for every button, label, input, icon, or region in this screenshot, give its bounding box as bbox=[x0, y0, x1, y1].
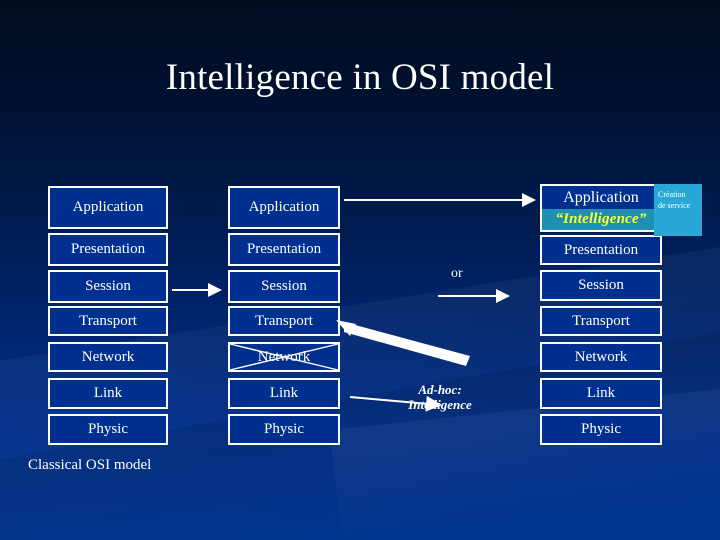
layer-label: Transport bbox=[572, 312, 630, 329]
layer-label: Transport bbox=[255, 312, 313, 329]
layer-label: Session bbox=[85, 278, 131, 294]
creation-de-service-callout[interactable]: Création de service bbox=[654, 184, 702, 236]
layer-box-classical-transport[interactable]: Transport bbox=[48, 306, 168, 336]
layer-label: Network bbox=[257, 348, 311, 365]
layer-box-intelligent-network[interactable]: Network bbox=[540, 342, 662, 372]
layer-box-crossed-session[interactable]: Session bbox=[228, 270, 340, 303]
layer-label: Presentation bbox=[563, 241, 639, 258]
layer-box-classical-session[interactable]: Session bbox=[48, 270, 168, 303]
layer-box-classical-application[interactable]: Application bbox=[48, 186, 168, 229]
ad-hoc-line2: Intelligence bbox=[408, 397, 472, 412]
creation-callout-line2: de service bbox=[658, 201, 691, 210]
ad-hoc-line1: Ad-hoc: bbox=[418, 382, 462, 397]
layer-box-intelligent-transport[interactable]: Transport bbox=[540, 306, 662, 336]
layer-box-crossed-presentation[interactable]: Presentation bbox=[228, 233, 340, 266]
layer-label: Link bbox=[93, 385, 123, 401]
layer-box-crossed-network[interactable]: Network bbox=[228, 342, 340, 372]
intelligence-sublabel: “Intelligence” bbox=[542, 209, 660, 230]
layer-label: Physic bbox=[87, 421, 128, 437]
layer-label: Transport bbox=[79, 312, 137, 329]
layer-box-intelligent-application[interactable]: Application “Intelligence” bbox=[540, 184, 662, 232]
layer-label: Application bbox=[72, 199, 144, 215]
layer-box-crossed-transport[interactable]: Transport bbox=[228, 306, 340, 336]
layer-box-crossed-link[interactable]: Link bbox=[228, 378, 340, 409]
layer-box-crossed-application[interactable]: Application bbox=[228, 186, 340, 229]
layer-label: Link bbox=[586, 385, 616, 401]
layer-label: Session bbox=[261, 278, 307, 294]
arrow-adhoc-to-transport bbox=[344, 322, 470, 366]
creation-callout-line1: Création bbox=[658, 190, 686, 199]
layer-label: Presentation bbox=[246, 241, 322, 257]
layer-box-intelligent-session[interactable]: Session bbox=[540, 270, 662, 301]
layer-label: Session bbox=[578, 277, 624, 293]
slide-canvas: Intelligence in OSI model Application Pr… bbox=[0, 0, 720, 540]
layer-label: Link bbox=[269, 385, 299, 401]
layer-label: Network bbox=[574, 348, 628, 365]
layer-label: Presentation bbox=[70, 241, 146, 257]
layer-label: Application bbox=[563, 188, 639, 206]
layer-label: Network bbox=[81, 348, 135, 365]
layer-box-classical-link[interactable]: Link bbox=[48, 378, 168, 409]
layer-box-intelligent-presentation[interactable]: Presentation bbox=[540, 235, 662, 265]
layer-box-classical-presentation[interactable]: Presentation bbox=[48, 233, 168, 266]
classical-model-caption: Classical OSI model bbox=[28, 457, 152, 473]
layer-box-classical-network[interactable]: Network bbox=[48, 342, 168, 372]
layer-box-intelligent-physic[interactable]: Physic bbox=[540, 414, 662, 445]
layer-box-intelligent-link[interactable]: Link bbox=[540, 378, 662, 409]
layer-label: Physic bbox=[263, 421, 304, 437]
ad-hoc-intelligence-label: Ad-hoc: Intelligence bbox=[380, 382, 500, 412]
layer-label: Application bbox=[248, 199, 320, 215]
layer-label: Physic bbox=[580, 421, 621, 437]
layer-box-classical-physic[interactable]: Physic bbox=[48, 414, 168, 445]
layer-box-crossed-physic[interactable]: Physic bbox=[228, 414, 340, 445]
slide-title: Intelligence in OSI model bbox=[165, 57, 555, 98]
or-label: or bbox=[451, 266, 463, 281]
